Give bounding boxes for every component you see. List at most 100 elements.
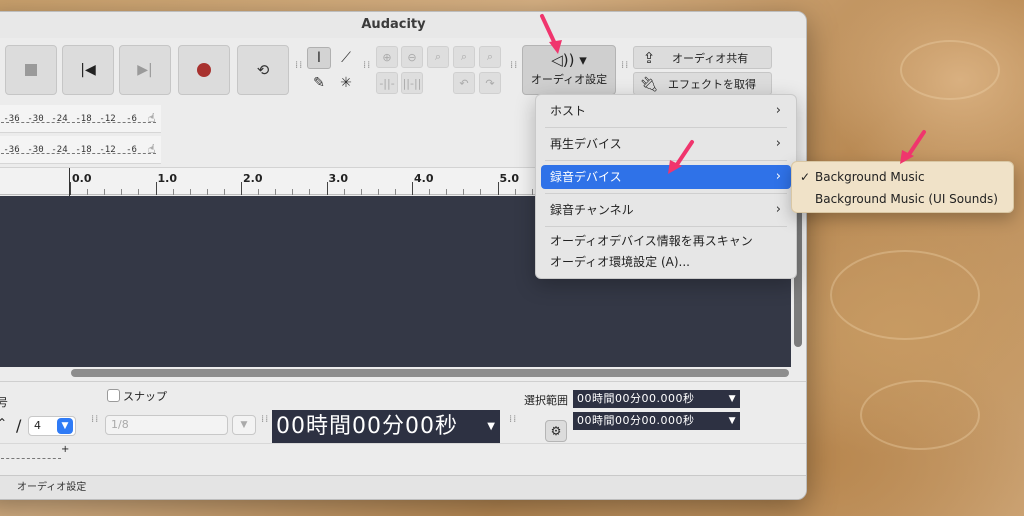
- skip-to-start-button[interactable]: |◀: [62, 45, 114, 95]
- chevron-down-icon: ▼: [728, 394, 736, 404]
- checkmark-icon: ✓: [800, 170, 811, 184]
- hand-icon: ☝: [148, 111, 156, 125]
- fit-selection-button[interactable]: ⌕: [427, 46, 449, 68]
- ruler-minor-tick: [189, 189, 191, 195]
- gear-button[interactable]: ⚙: [545, 420, 567, 442]
- silence-button[interactable]: ||-||: [401, 72, 423, 94]
- playback-meter[interactable]: -36 -30 -24 -18 -12 -6 ☝: [0, 136, 161, 164]
- chevron-right-icon: ›: [775, 202, 781, 217]
- zoom-out-button[interactable]: ⊖: [401, 46, 423, 68]
- toolbar-grip[interactable]: ⁞⁞: [91, 415, 99, 432]
- draw-tool[interactable]: ✎: [307, 72, 331, 94]
- slider-track[interactable]: [1, 458, 61, 459]
- menu-separator: [545, 193, 787, 194]
- toolbar-grip[interactable]: ⁞⁞: [261, 415, 269, 432]
- snap-label: スナップ: [123, 390, 167, 403]
- skip-to-start-icon: |◀: [80, 62, 96, 78]
- bottom-strip: +: [0, 443, 806, 477]
- chevron-down-icon: ▼: [728, 416, 736, 426]
- selection-tool[interactable]: I: [307, 47, 331, 69]
- ruler-minor-tick: [377, 189, 379, 195]
- denominator-value: 4: [34, 419, 41, 432]
- record-button[interactable]: [178, 45, 230, 95]
- zoom-toggle-icon: ⌕: [486, 50, 494, 63]
- ruler-minor-tick: [531, 189, 533, 195]
- toolbar-grip[interactable]: ⁞⁞: [509, 415, 517, 432]
- annotation-arrow: [900, 130, 926, 164]
- menu-item-label: 録音チャンネル: [550, 203, 634, 217]
- submenu-item-background-music-ui-sounds[interactable]: Background Music (UI Sounds): [792, 188, 1013, 210]
- snap-dropdown-button[interactable]: ▼: [232, 415, 256, 435]
- selection-end-display[interactable]: 00時間00分00.000秒 ▼: [573, 412, 740, 430]
- toolbar-grip[interactable]: ⁞⁞: [363, 61, 371, 78]
- ruler-tick-label: 0.0: [72, 172, 92, 185]
- chevron-right-icon: ›: [775, 169, 781, 184]
- submenu-item-label: Background Music (UI Sounds): [815, 192, 998, 206]
- horizontal-scrollbar[interactable]: [71, 369, 789, 377]
- menu-separator: [545, 127, 787, 128]
- redo-icon: ↷: [485, 76, 495, 90]
- ruler-minor-tick: [514, 189, 516, 195]
- fit-selection-icon: ⌕: [434, 50, 442, 63]
- menu-item-recording-channels[interactable]: 録音チャンネル ›: [541, 198, 791, 222]
- fit-project-button[interactable]: ⌕: [453, 46, 475, 68]
- toolbar-grip[interactable]: ⁞⁞: [510, 61, 518, 78]
- i-beam-icon: I: [316, 50, 322, 66]
- gear-icon: ⚙: [550, 424, 562, 438]
- submenu-item-background-music[interactable]: ✓ Background Music: [792, 166, 1013, 188]
- redo-button[interactable]: ↷: [479, 72, 501, 94]
- stepper-icon[interactable]: ⌃: [0, 416, 7, 430]
- undo-button[interactable]: ↶: [453, 72, 475, 94]
- envelope-tool[interactable]: ⟋: [334, 47, 358, 69]
- ruler-minor-tick: [360, 189, 362, 195]
- ruler-minor-tick: [87, 189, 89, 195]
- skip-to-end-button[interactable]: ▶|: [119, 45, 171, 95]
- audio-setup-label: オーディオ設定: [530, 73, 608, 86]
- menu-item-host[interactable]: ホスト ›: [541, 99, 791, 123]
- loop-icon: ⟲: [256, 61, 270, 79]
- background-fur: [900, 40, 1000, 100]
- skip-to-end-icon: ▶|: [137, 62, 153, 78]
- stop-button[interactable]: [5, 45, 57, 95]
- ruler-minor-tick: [172, 189, 174, 195]
- time-display[interactable]: 00時間00分00秒 ▼: [272, 410, 500, 444]
- zoom-in-icon: ⊕: [382, 50, 392, 64]
- ruler-minor-tick: [258, 189, 260, 195]
- recording-meter[interactable]: -36 -30 -24 -18 -12 -6 ☝: [0, 105, 161, 133]
- ruler-major-tick: [497, 182, 499, 195]
- ruler-tick-label: 5.0: [499, 172, 520, 185]
- ruler-major-tick: [326, 182, 328, 195]
- silence-icon: ||-||: [402, 76, 422, 90]
- toolbar-grip[interactable]: ⁞⁞: [295, 61, 303, 78]
- snap-checkbox[interactable]: [107, 389, 120, 402]
- zoom-toggle-button[interactable]: ⌕: [479, 46, 501, 68]
- chevron-down-icon[interactable]: ▼: [57, 418, 73, 434]
- ruler-tick-label: 3.0: [328, 172, 349, 185]
- selection-start-display[interactable]: 00時間00分00.000秒 ▼: [573, 390, 740, 408]
- ruler-minor-tick: [309, 189, 311, 195]
- get-effects-button[interactable]: 🔌︎ エフェクトを取得: [633, 72, 772, 95]
- ruler-minor-tick: [104, 189, 106, 195]
- selection-start-value: 00時間00分00.000秒: [577, 392, 695, 405]
- chevron-down-icon: ▼: [487, 421, 496, 432]
- toolbar-grip[interactable]: ⁞⁞: [621, 61, 629, 78]
- loop-button[interactable]: ⟲: [237, 45, 289, 95]
- time-display-value: 00時間00分00秒: [276, 414, 458, 439]
- snap-select[interactable]: 1/8: [105, 415, 228, 435]
- menu-item-audio-preferences[interactable]: オーディオ環境設定 (A)...: [541, 252, 791, 273]
- multi-tool[interactable]: ✳: [334, 72, 358, 94]
- envelope-icon: ⟋: [341, 50, 351, 66]
- ruler-major-tick: [241, 182, 242, 195]
- menu-item-rescan-devices[interactable]: オーディオデバイス情報を再スキャン: [541, 231, 791, 252]
- zoom-in-button[interactable]: ⊕: [376, 46, 398, 68]
- ruler-tick-label: 2.0: [243, 172, 263, 185]
- trim-button[interactable]: -||-: [376, 72, 398, 94]
- share-icon: ⇪: [642, 48, 656, 67]
- bottom-toolbar: 号 ⌃ / 4 ▼ ⁞⁞ スナップ 1/8 ▼ ⁞⁞ 00時間00分00秒 ▼ …: [0, 381, 806, 444]
- share-audio-button[interactable]: ⇪ オーディオ共有: [633, 46, 772, 69]
- menu-item-label: 再生デバイス: [550, 137, 622, 151]
- plug-icon: 🔌︎: [639, 74, 659, 93]
- ruler-minor-tick: [223, 189, 225, 195]
- status-bar: オーディオ設定: [0, 475, 806, 499]
- ruler-minor-tick: [138, 189, 140, 195]
